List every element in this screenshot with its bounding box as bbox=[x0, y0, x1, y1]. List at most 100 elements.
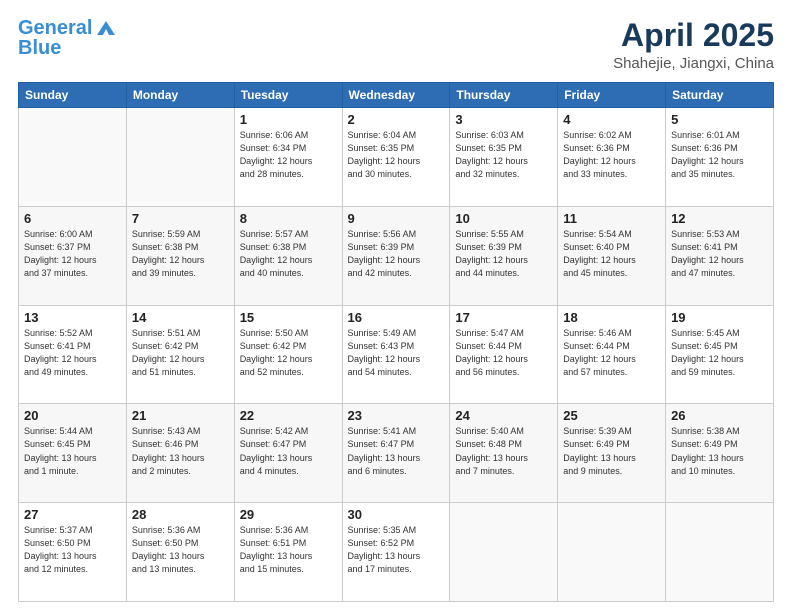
calendar-week-1: 1 Sunrise: 6:06 AM Sunset: 6:34 PM Daylig… bbox=[19, 108, 774, 207]
calendar-cell: 4 Sunrise: 6:02 AM Sunset: 6:36 PM Daylig… bbox=[558, 108, 666, 207]
calendar-cell: 17 Sunrise: 5:47 AM Sunset: 6:44 PM Dayli… bbox=[450, 305, 558, 404]
day-info: Sunrise: 5:40 AM Sunset: 6:48 PM Dayligh… bbox=[455, 425, 552, 477]
day-info: Sunrise: 5:38 AM Sunset: 6:49 PM Dayligh… bbox=[671, 425, 768, 477]
day-number: 29 bbox=[240, 507, 337, 522]
calendar-table: SundayMondayTuesdayWednesdayThursdayFrid… bbox=[18, 82, 774, 602]
calendar-cell bbox=[19, 108, 127, 207]
calendar-cell bbox=[126, 108, 234, 207]
calendar-cell: 8 Sunrise: 5:57 AM Sunset: 6:38 PM Daylig… bbox=[234, 206, 342, 305]
calendar-cell: 13 Sunrise: 5:52 AM Sunset: 6:41 PM Dayli… bbox=[19, 305, 127, 404]
day-info: Sunrise: 6:06 AM Sunset: 6:34 PM Dayligh… bbox=[240, 129, 337, 181]
calendar-cell: 29 Sunrise: 5:36 AM Sunset: 6:51 PM Dayli… bbox=[234, 503, 342, 602]
weekday-header-wednesday: Wednesday bbox=[342, 83, 450, 108]
day-info: Sunrise: 5:42 AM Sunset: 6:47 PM Dayligh… bbox=[240, 425, 337, 477]
calendar-cell: 21Sunrise: 5:43 AM Sunset: 6:46 PM Dayli… bbox=[126, 404, 234, 503]
day-number: 10 bbox=[455, 211, 552, 226]
logo-text: General bbox=[18, 18, 92, 38]
day-info: Sunrise: 5:36 AM Sunset: 6:50 PM Dayligh… bbox=[132, 524, 229, 576]
day-info: Sunrise: 6:02 AM Sunset: 6:36 PM Dayligh… bbox=[563, 129, 660, 181]
day-info: Sunrise: 5:47 AM Sunset: 6:44 PM Dayligh… bbox=[455, 327, 552, 379]
calendar-cell: 23 Sunrise: 5:41 AM Sunset: 6:47 PM Dayli… bbox=[342, 404, 450, 503]
day-info: Sunrise: 6:04 AM Sunset: 6:35 PM Dayligh… bbox=[348, 129, 445, 181]
day-info: Sunrise: 5:36 AM Sunset: 6:51 PM Dayligh… bbox=[240, 524, 337, 576]
day-number: 22 bbox=[240, 408, 337, 423]
logo-general: General bbox=[18, 17, 92, 39]
header: General Blue April 2025 Shahejie, Jiangx… bbox=[18, 18, 774, 72]
calendar-cell: 27 Sunrise: 5:37 AM Sunset: 6:50 PM Dayli… bbox=[19, 503, 127, 602]
day-info: Sunrise: 5:56 AM Sunset: 6:39 PM Dayligh… bbox=[348, 228, 445, 280]
calendar-cell: 3 Sunrise: 6:03 AM Sunset: 6:35 PM Daylig… bbox=[450, 108, 558, 207]
day-info: Sunrise: 5:46 AM Sunset: 6:44 PM Dayligh… bbox=[563, 327, 660, 379]
weekday-header-saturday: Saturday bbox=[666, 83, 774, 108]
calendar-cell: 10 Sunrise: 5:55 AM Sunset: 6:39 PM Dayli… bbox=[450, 206, 558, 305]
calendar-cell: 26 Sunrise: 5:38 AM Sunset: 6:49 PM Dayli… bbox=[666, 404, 774, 503]
day-info: Sunrise: 5:45 AM Sunset: 6:45 PM Dayligh… bbox=[671, 327, 768, 379]
calendar-week-5: 27 Sunrise: 5:37 AM Sunset: 6:50 PM Dayli… bbox=[19, 503, 774, 602]
day-number: 19 bbox=[671, 310, 768, 325]
day-number: 26 bbox=[671, 408, 768, 423]
day-info: Sunrise: 5:54 AM Sunset: 6:40 PM Dayligh… bbox=[563, 228, 660, 280]
calendar-cell: 16 Sunrise: 5:49 AM Sunset: 6:43 PM Dayli… bbox=[342, 305, 450, 404]
day-info: Sunrise: 5:37 AM Sunset: 6:50 PM Dayligh… bbox=[24, 524, 121, 576]
calendar-cell: 18 Sunrise: 5:46 AM Sunset: 6:44 PM Dayli… bbox=[558, 305, 666, 404]
calendar-cell: 1 Sunrise: 6:06 AM Sunset: 6:34 PM Daylig… bbox=[234, 108, 342, 207]
logo-icon bbox=[95, 19, 117, 37]
calendar-cell: 30 Sunrise: 5:35 AM Sunset: 6:52 PM Dayli… bbox=[342, 503, 450, 602]
day-info: Sunrise: 6:01 AM Sunset: 6:36 PM Dayligh… bbox=[671, 129, 768, 181]
day-number: 28 bbox=[132, 507, 229, 522]
day-number: 1 bbox=[240, 112, 337, 127]
day-number: 12 bbox=[671, 211, 768, 226]
weekday-header-thursday: Thursday bbox=[450, 83, 558, 108]
day-number: 8 bbox=[240, 211, 337, 226]
location-title: Shahejie, Jiangxi, China bbox=[613, 55, 774, 72]
day-info: Sunrise: 5:51 AM Sunset: 6:42 PM Dayligh… bbox=[132, 327, 229, 379]
day-number: 5 bbox=[671, 112, 768, 127]
calendar-cell: 2 Sunrise: 6:04 AM Sunset: 6:35 PM Daylig… bbox=[342, 108, 450, 207]
calendar-cell: 12 Sunrise: 5:53 AM Sunset: 6:41 PM Dayli… bbox=[666, 206, 774, 305]
day-number: 15 bbox=[240, 310, 337, 325]
day-number: 11 bbox=[563, 211, 660, 226]
calendar-cell: 6Sunrise: 6:00 AM Sunset: 6:37 PM Daylig… bbox=[19, 206, 127, 305]
day-number: 7 bbox=[132, 211, 229, 226]
day-number: 13 bbox=[24, 310, 121, 325]
day-number: 4 bbox=[563, 112, 660, 127]
day-info: Sunrise: 5:39 AM Sunset: 6:49 PM Dayligh… bbox=[563, 425, 660, 477]
day-info: Sunrise: 5:55 AM Sunset: 6:39 PM Dayligh… bbox=[455, 228, 552, 280]
day-number: 16 bbox=[348, 310, 445, 325]
calendar-cell: 9Sunrise: 5:56 AM Sunset: 6:39 PM Daylig… bbox=[342, 206, 450, 305]
day-number: 20 bbox=[24, 408, 121, 423]
page: General Blue April 2025 Shahejie, Jiangx… bbox=[0, 0, 792, 612]
day-number: 17 bbox=[455, 310, 552, 325]
day-number: 25 bbox=[563, 408, 660, 423]
day-info: Sunrise: 5:53 AM Sunset: 6:41 PM Dayligh… bbox=[671, 228, 768, 280]
calendar-week-3: 13 Sunrise: 5:52 AM Sunset: 6:41 PM Dayli… bbox=[19, 305, 774, 404]
day-info: Sunrise: 5:44 AM Sunset: 6:45 PM Dayligh… bbox=[24, 425, 121, 477]
day-info: Sunrise: 5:57 AM Sunset: 6:38 PM Dayligh… bbox=[240, 228, 337, 280]
day-info: Sunrise: 5:50 AM Sunset: 6:42 PM Dayligh… bbox=[240, 327, 337, 379]
logo-blue: Blue bbox=[18, 38, 61, 58]
weekday-header-sunday: Sunday bbox=[19, 83, 127, 108]
calendar-cell bbox=[666, 503, 774, 602]
day-number: 18 bbox=[563, 310, 660, 325]
day-number: 21 bbox=[132, 408, 229, 423]
logo: General Blue bbox=[18, 18, 117, 58]
day-info: Sunrise: 5:35 AM Sunset: 6:52 PM Dayligh… bbox=[348, 524, 445, 576]
weekday-header-friday: Friday bbox=[558, 83, 666, 108]
day-info: Sunrise: 5:49 AM Sunset: 6:43 PM Dayligh… bbox=[348, 327, 445, 379]
day-number: 2 bbox=[348, 112, 445, 127]
title-block: April 2025 Shahejie, Jiangxi, China bbox=[613, 18, 774, 72]
calendar-cell: 28 Sunrise: 5:36 AM Sunset: 6:50 PM Dayli… bbox=[126, 503, 234, 602]
calendar-cell: 11 Sunrise: 5:54 AM Sunset: 6:40 PM Dayli… bbox=[558, 206, 666, 305]
day-info: Sunrise: 5:41 AM Sunset: 6:47 PM Dayligh… bbox=[348, 425, 445, 477]
day-info: Sunrise: 5:59 AM Sunset: 6:38 PM Dayligh… bbox=[132, 228, 229, 280]
day-number: 30 bbox=[348, 507, 445, 522]
day-info: Sunrise: 6:03 AM Sunset: 6:35 PM Dayligh… bbox=[455, 129, 552, 181]
calendar-cell: 14Sunrise: 5:51 AM Sunset: 6:42 PM Dayli… bbox=[126, 305, 234, 404]
day-number: 23 bbox=[348, 408, 445, 423]
day-number: 3 bbox=[455, 112, 552, 127]
calendar-cell: 19 Sunrise: 5:45 AM Sunset: 6:45 PM Dayli… bbox=[666, 305, 774, 404]
day-info: Sunrise: 5:52 AM Sunset: 6:41 PM Dayligh… bbox=[24, 327, 121, 379]
day-number: 6 bbox=[24, 211, 121, 226]
calendar-cell: 15 Sunrise: 5:50 AM Sunset: 6:42 PM Dayli… bbox=[234, 305, 342, 404]
day-number: 27 bbox=[24, 507, 121, 522]
